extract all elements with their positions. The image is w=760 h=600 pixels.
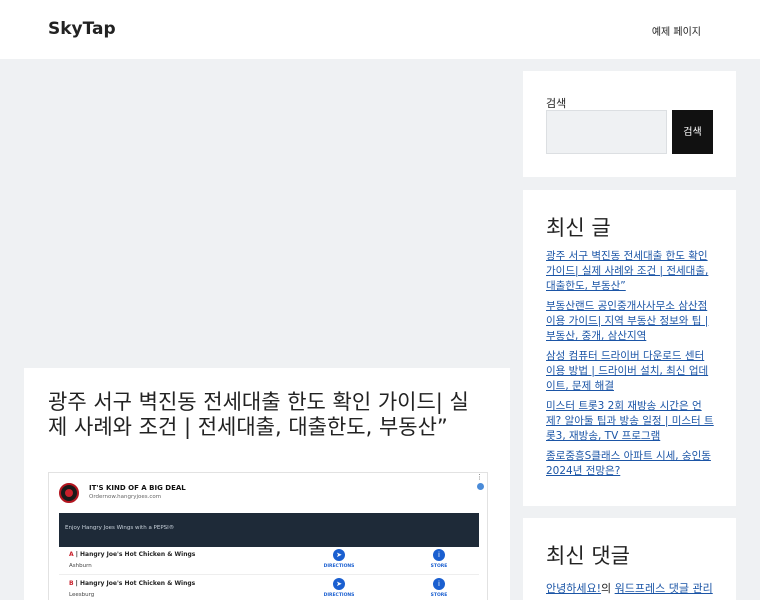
info-icon: i [433, 578, 445, 590]
ad-band-text: Enjoy Hangry Joes Wings with a PEPSI® [65, 525, 175, 531]
recent-post-link[interactable]: 광주 서구 벽진동 전세대출 한도 확인 가이드| 실제 사례와 조건 | 전세… [546, 250, 708, 292]
ad-store-button[interactable]: i STORE [419, 578, 459, 598]
recent-comments-title: 최신 댓글 [546, 544, 630, 568]
ad-location-title: A | Hangry Joe's Hot Chicken & Wings [69, 551, 196, 558]
ad-directions-button[interactable]: ➤ DIRECTIONS [319, 549, 359, 569]
search-label: 검색 [546, 97, 567, 110]
site-header: SkyTap 예제 페이지 [0, 0, 760, 59]
list-item: 광주 서구 벽진동 전세대출 한도 확인 가이드| 실제 사례와 조건 | 전세… [546, 249, 714, 294]
ad-headline: IT'S KIND OF A BIG DEAL [89, 484, 186, 492]
list-item: 종로중흥S클래스 아파트 시세, 숭인동 2024년 전망은? [546, 449, 714, 479]
recent-comment-item: 안녕하세요!의 워드프레스 댓글 관리 [546, 580, 713, 596]
recent-posts-widget: 최신 글 광주 서구 벽진동 전세대출 한도 확인 가이드| 실제 사례와 조건… [523, 190, 736, 506]
recent-posts-list: 광주 서구 벽진동 전세대출 한도 확인 가이드| 실제 사례와 조건 | 전세… [546, 249, 714, 484]
recent-post-link[interactable]: 미스터 트롯3 2회 재방송 시간은 언제? 알아둘 팁과 방송 일정 | 미스… [546, 400, 714, 442]
recent-posts-title: 최신 글 [546, 216, 611, 240]
ad-location-city: Ashburn [69, 563, 92, 569]
directions-icon: ➤ [333, 578, 345, 590]
directions-icon: ➤ [333, 549, 345, 561]
ad-choices-icon[interactable]: ⋮ [476, 473, 485, 491]
recent-post-link[interactable]: 삼성 컴퓨터 드라이버 다운로드 센터 이용 방법 | 드라이버 설치, 최신 … [546, 350, 708, 392]
ad-band: Enjoy Hangry Joes Wings with a PEPSI® [59, 513, 479, 547]
recent-post-link[interactable]: 부동산랜드 공인중개사사무소 삼산점 이용 가이드| 지역 부동산 정보와 팁 … [546, 300, 708, 342]
ad-store-button[interactable]: i STORE [419, 549, 459, 569]
search-widget: 검색 검색 [523, 71, 736, 177]
ad-directions-button[interactable]: ➤ DIRECTIONS [319, 578, 359, 598]
recent-comments-widget: 최신 댓글 안녕하세요!의 워드프레스 댓글 관리 [523, 518, 736, 600]
ad-location-row[interactable]: A | Hangry Joe's Hot Chicken & Wings Ash… [59, 547, 479, 575]
post-title: 광주 서구 벽진동 전세대출 한도 확인 가이드| 실제 사례와 조건 | 전세… [48, 390, 469, 439]
article-card: 광주 서구 벽진동 전세대출 한도 확인 가이드| 실제 사례와 조건 | 전세… [24, 368, 510, 600]
info-icon: i [433, 549, 445, 561]
ad-brand-logo-icon [59, 483, 79, 503]
recent-post-link[interactable]: 종로중흥S클래스 아파트 시세, 숭인동 2024년 전망은? [546, 450, 711, 477]
ad-location-title: B | Hangry Joe's Hot Chicken & Wings [69, 580, 196, 587]
ad-location-city: Leesburg [69, 592, 95, 598]
ad-domain: Ordernow.hangryjoes.com [89, 494, 162, 500]
comment-connector: 의 [601, 582, 612, 595]
comment-post-link[interactable]: 워드프레스 댓글 관리 [615, 582, 713, 595]
list-item: 부동산랜드 공인중개사사무소 삼산점 이용 가이드| 지역 부동산 정보와 팁 … [546, 299, 714, 344]
search-input[interactable] [546, 110, 667, 154]
list-item: 미스터 트롯3 2회 재방송 시간은 언제? 알아둘 팁과 방송 일정 | 미스… [546, 399, 714, 444]
comment-author-link[interactable]: 안녕하세요! [546, 582, 601, 595]
list-item: 삼성 컴퓨터 드라이버 다운로드 센터 이용 방법 | 드라이버 설치, 최신 … [546, 349, 714, 394]
nav-sample-page-link[interactable]: 예제 페이지 [652, 23, 701, 38]
site-title-link[interactable]: SkyTap [48, 19, 116, 39]
ad-location-row[interactable]: B | Hangry Joe's Hot Chicken & Wings Lee… [59, 576, 479, 600]
search-button[interactable]: 검색 [672, 110, 713, 154]
ad-banner[interactable]: ⋮ IT'S KIND OF A BIG DEAL Ordernow.hangr… [48, 472, 488, 600]
